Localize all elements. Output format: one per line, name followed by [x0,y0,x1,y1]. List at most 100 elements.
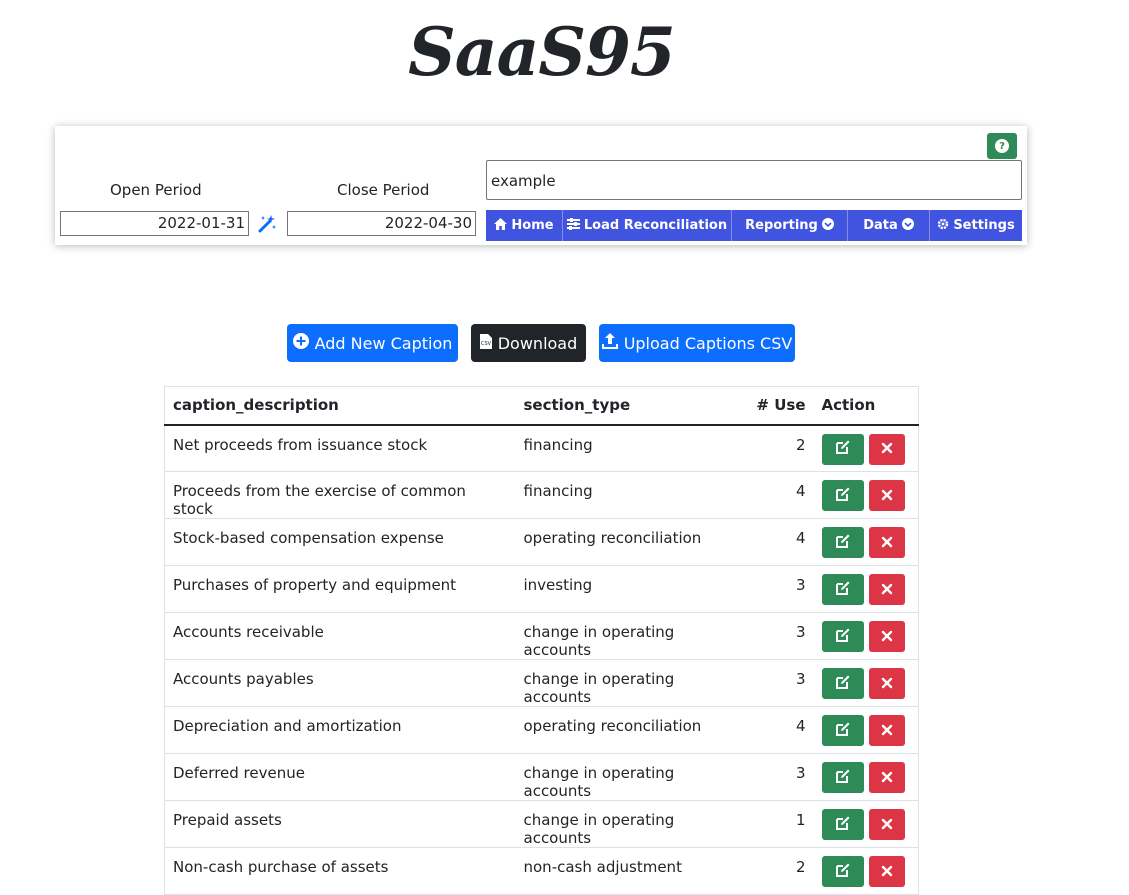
svg-text:CSV: CSV [481,341,492,347]
section-type-cell: operating reconciliation [515,706,740,754]
action-cell [813,424,919,472]
delete-button[interactable] [868,668,905,699]
delete-button[interactable] [868,856,905,887]
section-type-cell: change in operating accounts [515,659,740,707]
delete-button[interactable] [868,574,905,605]
x-icon [881,816,893,834]
x-icon [881,487,893,505]
edit-icon [835,627,851,647]
nav-home[interactable]: Home [486,210,563,241]
use-count-cell: 3 [739,565,814,613]
delete-button[interactable] [868,809,905,840]
edit-button[interactable] [821,433,864,465]
download-button[interactable]: CSV Download [471,324,586,362]
edit-button[interactable] [821,668,864,699]
action-cell [813,800,919,848]
action-cell [813,518,919,566]
section-type-cell: change in operating accounts [515,612,740,660]
action-cell [813,565,919,613]
close-period-label: Close Period [337,181,430,199]
table-row: Net proceeds from issuance stock financin… [164,424,919,472]
section-type-cell: operating reconciliation [515,518,740,566]
add-new-caption-label: Add New Caption [314,333,453,353]
action-cell [813,753,919,801]
delete-button[interactable] [868,527,905,558]
edit-icon [835,674,851,694]
app-logo: SaaS95 [408,13,676,91]
nav-data[interactable]: Data [848,210,930,241]
caption-description-cell: Non-cash purchase of assets [164,847,516,895]
delete-button[interactable] [868,715,905,746]
delete-button[interactable] [868,433,905,465]
edit-button[interactable] [821,762,864,793]
edit-button[interactable] [821,715,864,746]
table-row: Depreciation and amortization operating r… [164,706,919,754]
caption-description-cell: Accounts receivable [164,612,516,660]
edit-button[interactable] [821,621,864,652]
nav-load-reconciliation[interactable]: Load Reconciliation [563,210,732,241]
table-row: Accounts payables change in operating acc… [164,659,919,707]
x-icon [881,675,893,693]
add-new-caption-button[interactable]: Add New Caption [287,324,458,362]
section-type-cell: change in operating accounts [515,753,740,801]
edit-icon [835,580,851,600]
edit-button[interactable] [821,809,864,840]
delete-button[interactable] [868,480,905,511]
table-row: Deferred revenue change in operating acco… [164,753,919,801]
edit-button[interactable] [821,574,864,605]
section-type-cell: non-cash adjustment [515,847,740,895]
action-cell [813,471,919,519]
edit-icon [835,815,851,835]
delete-button[interactable] [868,762,905,793]
caption-description-cell: Depreciation and amortization [164,706,516,754]
x-icon [881,863,893,881]
caption-description-cell: Net proceeds from issuance stock [164,424,516,472]
upload-captions-csv-button[interactable]: Upload Captions CSV [599,324,795,362]
header-use[interactable]: # Use [739,386,814,426]
use-count-cell: 4 [739,706,814,754]
edit-icon [835,768,851,788]
close-period-input[interactable]: 2022-04-30 [287,211,476,236]
company-input[interactable]: example [486,160,1022,200]
plus-circle-icon [292,333,309,353]
header-caption-description[interactable]: caption_description [164,386,516,426]
x-icon [881,628,893,646]
action-cell [813,847,919,895]
magic-wand-icon[interactable] [257,214,279,236]
use-count-cell: 2 [739,847,814,895]
home-icon [494,217,508,234]
edit-button[interactable] [821,527,864,558]
chevron-circle-down-icon [901,217,914,234]
download-label: Download [497,333,578,353]
x-icon [881,581,893,599]
open-period-input[interactable]: 2022-01-31 [60,211,249,236]
edit-icon [835,439,851,459]
nav-settings-label: Settings [953,218,1015,233]
caption-description-cell: Stock-based compensation expense [164,518,516,566]
gear-icon [937,218,949,234]
edit-icon [835,862,851,882]
nav-reporting[interactable]: Reporting [732,210,848,241]
edit-button[interactable] [821,480,864,511]
open-period-label: Open Period [110,181,202,199]
table-row: Accounts receivable change in operating a… [164,612,919,660]
caption-description-cell: Prepaid assets [164,800,516,848]
nav-settings[interactable]: Settings [930,210,1022,241]
x-icon [881,769,893,787]
header-section-type[interactable]: section_type [515,386,740,426]
help-button[interactable]: ? [987,133,1017,159]
edit-icon [835,486,851,506]
edit-icon [835,721,851,741]
csv-file-icon: CSV [479,333,492,353]
delete-button[interactable] [868,621,905,652]
edit-button[interactable] [821,856,864,887]
sliders-icon [566,217,580,234]
action-cell [813,612,919,660]
section-type-cell: change in operating accounts [515,800,740,848]
action-cell [813,706,919,754]
section-type-cell: financing [515,424,740,472]
table-row: Purchases of property and equipment inves… [164,565,919,613]
nav-reporting-label: Reporting [745,218,818,233]
chevron-circle-down-icon [821,217,834,234]
use-count-cell: 4 [739,471,814,519]
